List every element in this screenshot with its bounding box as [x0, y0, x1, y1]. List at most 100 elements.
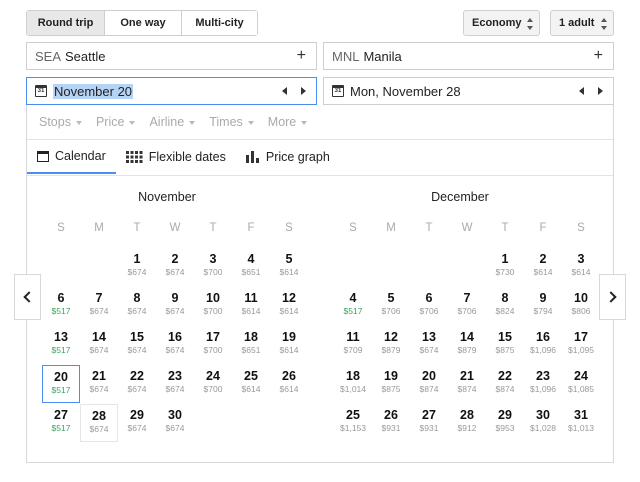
calendar-day[interactable]: 8 $674	[118, 287, 156, 325]
day-price: $709	[343, 345, 363, 355]
calendar-day[interactable]: 2 $674	[156, 248, 194, 286]
calendar-day[interactable]: 4 $651	[232, 248, 270, 286]
filter-airline[interactable]: Airline	[149, 115, 196, 129]
cabin-class-select[interactable]: Economy	[463, 10, 540, 36]
calendar-day[interactable]: 7 $674	[80, 287, 118, 325]
filter-price[interactable]: Price	[96, 115, 136, 129]
calendar-day[interactable]: 12 $614	[270, 287, 308, 325]
one-way-button[interactable]: One way	[105, 11, 182, 35]
calendar-day[interactable]: 26 $931	[372, 404, 410, 442]
next-date-icon[interactable]	[301, 87, 306, 95]
calendar-day[interactable]: 10 $806	[562, 287, 600, 325]
calendar-day[interactable]: 13 $517	[42, 326, 80, 364]
calendar-day[interactable]: 11 $614	[232, 287, 270, 325]
calendar-day[interactable]: 14 $879	[448, 326, 486, 364]
calendar-day[interactable]: 5 $614	[270, 248, 308, 286]
weekday-label: W	[461, 222, 473, 234]
calendar-day[interactable]: 25 $1,153	[334, 404, 372, 442]
day-price: $1,014	[340, 384, 366, 394]
calendar-day[interactable]: 12 $879	[372, 326, 410, 364]
calendar-day[interactable]: 24 $700	[194, 365, 232, 403]
day-number: 25	[244, 369, 258, 383]
calendar-day[interactable]: 19 $614	[270, 326, 308, 364]
calendar-day[interactable]: 19 $875	[372, 365, 410, 403]
calendar-day[interactable]: 21 $674	[80, 365, 118, 403]
calendar-day[interactable]: 13 $674	[410, 326, 448, 364]
next-month-button[interactable]	[599, 274, 626, 320]
origin-field[interactable]: SEA Seattle +	[26, 42, 317, 70]
calendar-day[interactable]: 27 $931	[410, 404, 448, 442]
calendar-day[interactable]: 1 $674	[118, 248, 156, 286]
calendar-day[interactable]: 10 $700	[194, 287, 232, 325]
calendar-day[interactable]: 7 $706	[448, 287, 486, 325]
calendar-day[interactable]: 18 $1,014	[334, 365, 372, 403]
destination-field[interactable]: MNL Manila +	[323, 42, 614, 70]
calendar-day[interactable]: 28 $912	[448, 404, 486, 442]
calendar-day[interactable]: 24 $1,085	[562, 365, 600, 403]
day-number: 15	[498, 330, 512, 344]
calendar-day[interactable]: 25 $614	[232, 365, 270, 403]
calendar-day[interactable]: 4 $517	[334, 287, 372, 325]
tab-price-graph[interactable]: Price graph	[236, 140, 340, 174]
day-price: $1,028	[530, 423, 556, 433]
calendar-day[interactable]: 28 $674	[80, 404, 118, 442]
calendar-day[interactable]: 18 $651	[232, 326, 270, 364]
departure-date-field[interactable]: 31 November 20	[26, 77, 317, 105]
calendar-day[interactable]: 29 $674	[118, 404, 156, 442]
tab-calendar[interactable]: Calendar	[27, 140, 116, 174]
filter-times[interactable]: Times	[209, 115, 254, 129]
calendar-day[interactable]: 29 $953	[486, 404, 524, 442]
day-price: $1,085	[568, 384, 594, 394]
calendar-day[interactable]: 17 $1,095	[562, 326, 600, 364]
round-trip-button[interactable]: Round trip	[27, 11, 105, 35]
calendar-day[interactable]: 1 $730	[486, 248, 524, 286]
calendar-day[interactable]: 9 $674	[156, 287, 194, 325]
tab-flexible-dates[interactable]: Flexible dates	[116, 140, 236, 174]
previous-date-icon[interactable]	[282, 87, 287, 95]
calendar-day[interactable]: 3 $614	[562, 248, 600, 286]
next-date-icon[interactable]	[598, 87, 603, 95]
calendar-day[interactable]: 23 $1,096	[524, 365, 562, 403]
return-date-field[interactable]: 31 Mon, November 28	[323, 77, 614, 105]
filter-stops[interactable]: Stops	[39, 115, 82, 129]
calendar-day[interactable]: 20 $874	[410, 365, 448, 403]
day-price: $953	[495, 423, 515, 433]
calendar-day[interactable]: 11 $709	[334, 326, 372, 364]
calendar-day[interactable]: 6 $706	[410, 287, 448, 325]
previous-date-icon[interactable]	[579, 87, 584, 95]
day-price: $651	[241, 267, 261, 277]
add-destination-icon[interactable]: +	[594, 47, 603, 65]
day-price: $879	[457, 345, 477, 355]
calendar-day[interactable]: 14 $674	[80, 326, 118, 364]
calendar-day[interactable]: 31 $1,013	[562, 404, 600, 442]
multi-city-button[interactable]: Multi-city	[182, 11, 257, 35]
filter-more[interactable]: More	[268, 115, 308, 129]
day-number: 20	[54, 370, 68, 384]
calendar-day[interactable]: 26 $614	[270, 365, 308, 403]
passengers-select[interactable]: 1 adult	[550, 10, 614, 36]
calendar-day[interactable]: 23 $674	[156, 365, 194, 403]
calendar-day[interactable]: 16 $1,096	[524, 326, 562, 364]
calendar-day[interactable]: 3 $700	[194, 248, 232, 286]
calendar-day[interactable]: 17 $700	[194, 326, 232, 364]
calendar-day[interactable]: 15 $674	[118, 326, 156, 364]
calendar-day[interactable]: 5 $706	[372, 287, 410, 325]
calendar-day[interactable]: 21 $874	[448, 365, 486, 403]
calendar-day[interactable]: 6 $517	[42, 287, 80, 325]
calendar-day[interactable]: 8 $824	[486, 287, 524, 325]
calendar-day[interactable]: 16 $674	[156, 326, 194, 364]
calendar-day[interactable]: 30 $1,028	[524, 404, 562, 442]
add-origin-icon[interactable]: +	[297, 47, 306, 65]
calendar-day[interactable]: 22 $674	[118, 365, 156, 403]
calendar-day[interactable]: 20 $517	[42, 365, 80, 403]
view-tabs: Calendar Flexible dates Price graph	[27, 140, 340, 176]
calendar-day[interactable]: 30 $674	[156, 404, 194, 442]
calendar-day[interactable]: 2 $614	[524, 248, 562, 286]
calendar-day[interactable]: 27 $517	[42, 404, 80, 442]
calendar-day[interactable]: 15 $875	[486, 326, 524, 364]
cabin-class-label: Economy	[472, 17, 522, 29]
calendar-day[interactable]: 22 $874	[486, 365, 524, 403]
day-price: $931	[381, 423, 401, 433]
calendar-day[interactable]: 9 $794	[524, 287, 562, 325]
previous-month-button[interactable]	[14, 274, 41, 320]
